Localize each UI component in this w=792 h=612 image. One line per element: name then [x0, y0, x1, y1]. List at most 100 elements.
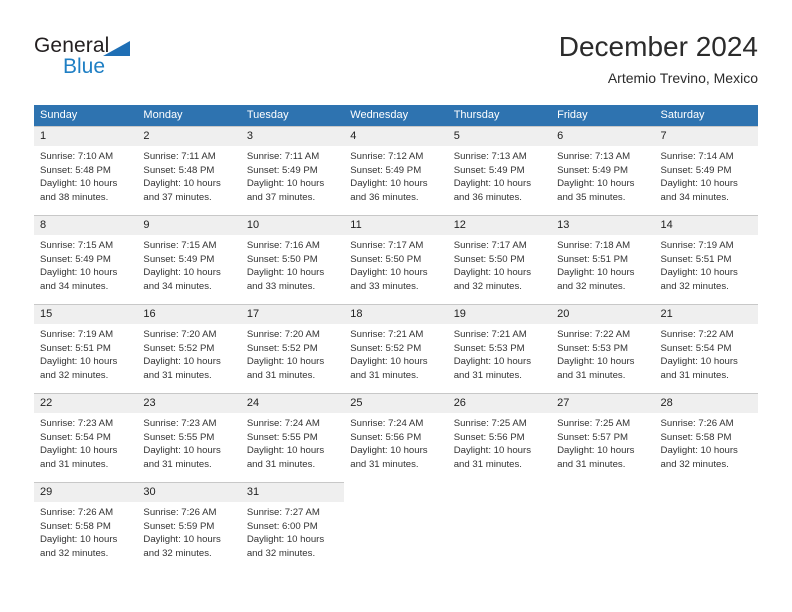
- day-daylight-line1-text: Daylight: 10 hours: [246, 267, 325, 279]
- day-sunrise-text: Sunrise: 7:10 AM: [40, 151, 114, 162]
- day-sunset-text: Sunset: 5:51 PM: [660, 253, 732, 265]
- day-daylight-line2-text: and 31 minutes.: [453, 458, 522, 470]
- day-sunset-text: Sunset: 5:55 PM: [143, 431, 215, 443]
- day-sun-info: Sunrise: 7:19 AM Sunset: 5:51 PM Daylight:…: [34, 324, 137, 382]
- day-sun-info: Sunrise: 7:23 AM Sunset: 5:55 PM Daylight:…: [137, 413, 240, 471]
- day-cell-inner: 20 Sunrise: 7:22 AM Sunset: 5:53 PM Dayligh…: [551, 304, 655, 393]
- day-sunset-text: Sunset: 5:53 PM: [557, 342, 629, 354]
- day-sunset-text: Sunset: 5:57 PM: [557, 431, 629, 443]
- calendar-day-cell[interactable]: 20 Sunrise: 7:22 AM Sunset: 5:53 PM Dayligh…: [551, 304, 655, 393]
- day-number: 5: [447, 127, 552, 146]
- day-daylight-line2-text: and 34 minutes.: [660, 191, 729, 203]
- calendar-day-cell[interactable]: 15 Sunrise: 7:19 AM Sunset: 5:51 PM Dayligh…: [34, 304, 138, 393]
- day-cell-inner: 29 Sunrise: 7:26 AM Sunset: 5:58 PM Dayligh…: [34, 482, 138, 571]
- day-number: 20: [551, 305, 655, 324]
- day-sunset-text: Sunset: 5:48 PM: [143, 164, 215, 176]
- calendar-day-cell[interactable]: 21 Sunrise: 7:22 AM Sunset: 5:54 PM Dayligh…: [654, 304, 758, 393]
- calendar-day-cell[interactable]: 6 Sunrise: 7:13 AM Sunset: 5:49 PM Daylight…: [551, 126, 655, 215]
- day-cell-inner: 25 Sunrise: 7:24 AM Sunset: 5:56 PM Dayligh…: [344, 393, 448, 482]
- calendar-day-cell[interactable]: 14 Sunrise: 7:19 AM Sunset: 5:51 PM Dayligh…: [654, 215, 758, 304]
- calendar-day-cell[interactable]: 23 Sunrise: 7:23 AM Sunset: 5:55 PM Dayligh…: [137, 393, 241, 482]
- calendar-day-cell[interactable]: 13 Sunrise: 7:18 AM Sunset: 5:51 PM Dayligh…: [551, 215, 655, 304]
- day-cell-inner: 4 Sunrise: 7:12 AM Sunset: 5:49 PM Daylight…: [344, 126, 448, 215]
- calendar-day-cell[interactable]: 18 Sunrise: 7:21 AM Sunset: 5:52 PM Dayligh…: [344, 304, 448, 393]
- day-sunrise-text: Sunrise: 7:24 AM: [246, 418, 320, 429]
- day-cell-inner: 26 Sunrise: 7:25 AM Sunset: 5:56 PM Dayligh…: [447, 393, 552, 482]
- calendar-day-cell[interactable]: 9 Sunrise: 7:15 AM Sunset: 5:49 PM Daylight…: [137, 215, 241, 304]
- day-cell-inner: 3 Sunrise: 7:11 AM Sunset: 5:49 PM Daylight…: [240, 126, 345, 215]
- calendar-day-cell[interactable]: 22 Sunrise: 7:23 AM Sunset: 5:54 PM Dayligh…: [34, 393, 138, 482]
- day-sunrise-text: Sunrise: 7:25 AM: [557, 418, 631, 429]
- calendar-day-cell[interactable]: 7 Sunrise: 7:14 AM Sunset: 5:49 PM Daylight…: [654, 126, 758, 215]
- day-daylight-line1-text: Daylight: 10 hours: [453, 445, 532, 457]
- day-daylight-line2-text: and 33 minutes.: [246, 280, 316, 292]
- day-daylight-line2-text: and 32 minutes.: [143, 547, 212, 559]
- calendar-day-cell[interactable]: 27 Sunrise: 7:25 AM Sunset: 5:57 PM Dayligh…: [551, 393, 655, 482]
- day-daylight-line2-text: and 34 minutes.: [40, 280, 109, 292]
- calendar-day-cell[interactable]: 28 Sunrise: 7:26 AM Sunset: 5:58 PM Dayligh…: [654, 393, 758, 482]
- day-cell-inner: 2 Sunrise: 7:11 AM Sunset: 5:48 PM Daylight…: [137, 126, 241, 215]
- calendar-day-cell[interactable]: 3 Sunrise: 7:11 AM Sunset: 5:49 PM Daylight…: [240, 126, 345, 215]
- day-sun-info: Sunrise: 7:13 AM Sunset: 5:49 PM Daylight:…: [448, 146, 551, 204]
- day-number: 27: [551, 394, 655, 413]
- day-number: 22: [34, 394, 138, 413]
- title-block: December 2024 Artemio Trevino, Mexico: [559, 30, 758, 88]
- day-cell-inner: 31 Sunrise: 7:27 AM Sunset: 6:00 PM Dayligh…: [240, 482, 345, 571]
- day-cell-inner: 8 Sunrise: 7:15 AM Sunset: 5:49 PM Daylight…: [34, 215, 138, 304]
- day-daylight-line1-text: Daylight: 10 hours: [143, 445, 221, 457]
- day-daylight-line2-text: and 34 minutes.: [143, 280, 212, 292]
- day-sunrise-text: Sunrise: 7:19 AM: [40, 329, 114, 340]
- day-sunrise-text: Sunrise: 7:12 AM: [350, 151, 424, 162]
- day-daylight-line1-text: Daylight: 10 hours: [40, 356, 118, 368]
- calendar-day-cell[interactable]: 30 Sunrise: 7:26 AM Sunset: 5:59 PM Dayligh…: [137, 482, 241, 571]
- day-sunset-text: Sunset: 6:00 PM: [246, 520, 318, 532]
- day-daylight-line1-text: Daylight: 10 hours: [660, 267, 738, 279]
- day-sun-info: Sunrise: 7:24 AM Sunset: 5:56 PM Daylight:…: [344, 413, 447, 471]
- day-cell-inner: 7 Sunrise: 7:14 AM Sunset: 5:49 PM Daylight…: [654, 126, 758, 215]
- day-cell-inner: 30 Sunrise: 7:26 AM Sunset: 5:59 PM Dayligh…: [137, 482, 241, 571]
- calendar-day-cell[interactable]: 11 Sunrise: 7:17 AM Sunset: 5:50 PM Dayligh…: [344, 215, 448, 304]
- calendar-day-cell[interactable]: 19 Sunrise: 7:21 AM Sunset: 5:53 PM Dayligh…: [447, 304, 552, 393]
- day-cell-inner: 14 Sunrise: 7:19 AM Sunset: 5:51 PM Dayligh…: [654, 215, 758, 304]
- day-number: 18: [344, 305, 448, 324]
- day-sun-info: Sunrise: 7:26 AM Sunset: 5:58 PM Daylight:…: [34, 502, 137, 560]
- calendar-day-cell[interactable]: 29 Sunrise: 7:26 AM Sunset: 5:58 PM Dayligh…: [34, 482, 138, 571]
- calendar-day-cell[interactable]: 17 Sunrise: 7:20 AM Sunset: 5:52 PM Dayligh…: [240, 304, 345, 393]
- day-daylight-line2-text: and 32 minutes.: [453, 280, 522, 292]
- day-number: 17: [240, 305, 345, 324]
- day-sunrise-text: Sunrise: 7:21 AM: [350, 329, 424, 340]
- day-number: [655, 482, 758, 501]
- calendar-day-cell[interactable]: 2 Sunrise: 7:11 AM Sunset: 5:48 PM Daylight…: [137, 126, 241, 215]
- day-sunrise-text: Sunrise: 7:18 AM: [557, 240, 631, 251]
- day-daylight-line2-text: and 31 minutes.: [143, 458, 212, 470]
- day-daylight-line1-text: Daylight: 10 hours: [557, 445, 635, 457]
- calendar-header-row: Sunday Monday Tuesday Wednesday Thursday…: [34, 105, 758, 126]
- calendar-day-cell[interactable]: 4 Sunrise: 7:12 AM Sunset: 5:49 PM Daylight…: [344, 126, 448, 215]
- day-sunset-text: Sunset: 5:53 PM: [453, 342, 525, 354]
- day-sunset-text: Sunset: 5:59 PM: [143, 520, 215, 532]
- weekday-header-tuesday: Tuesday: [240, 105, 345, 126]
- calendar-day-cell[interactable]: 26 Sunrise: 7:25 AM Sunset: 5:56 PM Dayligh…: [447, 393, 552, 482]
- calendar-day-cell[interactable]: 1 Sunrise: 7:10 AM Sunset: 5:48 PM Daylight…: [34, 126, 138, 215]
- general-blue-logo[interactable]: General Blue: [34, 34, 264, 90]
- day-sun-info: [655, 501, 758, 505]
- day-sunset-text: Sunset: 5:48 PM: [40, 164, 111, 176]
- day-sun-info: Sunrise: 7:22 AM Sunset: 5:54 PM Daylight:…: [655, 324, 758, 382]
- calendar-day-cell[interactable]: 16 Sunrise: 7:20 AM Sunset: 5:52 PM Dayligh…: [137, 304, 241, 393]
- calendar-day-cell[interactable]: 10 Sunrise: 7:16 AM Sunset: 5:50 PM Dayligh…: [240, 215, 345, 304]
- calendar-day-cell[interactable]: 25 Sunrise: 7:24 AM Sunset: 5:56 PM Dayligh…: [344, 393, 448, 482]
- calendar-day-cell[interactable]: 12 Sunrise: 7:17 AM Sunset: 5:50 PM Dayligh…: [447, 215, 552, 304]
- day-daylight-line2-text: and 31 minutes.: [143, 369, 212, 381]
- day-daylight-line2-text: and 35 minutes.: [557, 191, 626, 203]
- day-daylight-line1-text: Daylight: 10 hours: [143, 267, 221, 279]
- day-sunrise-text: Sunrise: 7:20 AM: [246, 329, 320, 340]
- calendar-day-cell[interactable]: 31 Sunrise: 7:27 AM Sunset: 6:00 PM Dayligh…: [240, 482, 345, 571]
- calendar-day-cell[interactable]: 8 Sunrise: 7:15 AM Sunset: 5:49 PM Daylight…: [34, 215, 138, 304]
- day-sunrise-text: Sunrise: 7:15 AM: [40, 240, 114, 251]
- day-cell-inner: 19 Sunrise: 7:21 AM Sunset: 5:53 PM Dayligh…: [447, 304, 552, 393]
- day-cell-inner: [655, 482, 758, 571]
- day-number: 25: [344, 394, 448, 413]
- day-sun-info: Sunrise: 7:15 AM Sunset: 5:49 PM Daylight:…: [137, 235, 240, 293]
- calendar-day-cell[interactable]: 5 Sunrise: 7:13 AM Sunset: 5:49 PM Daylight…: [447, 126, 552, 215]
- calendar-day-cell[interactable]: 24 Sunrise: 7:24 AM Sunset: 5:55 PM Dayligh…: [240, 393, 345, 482]
